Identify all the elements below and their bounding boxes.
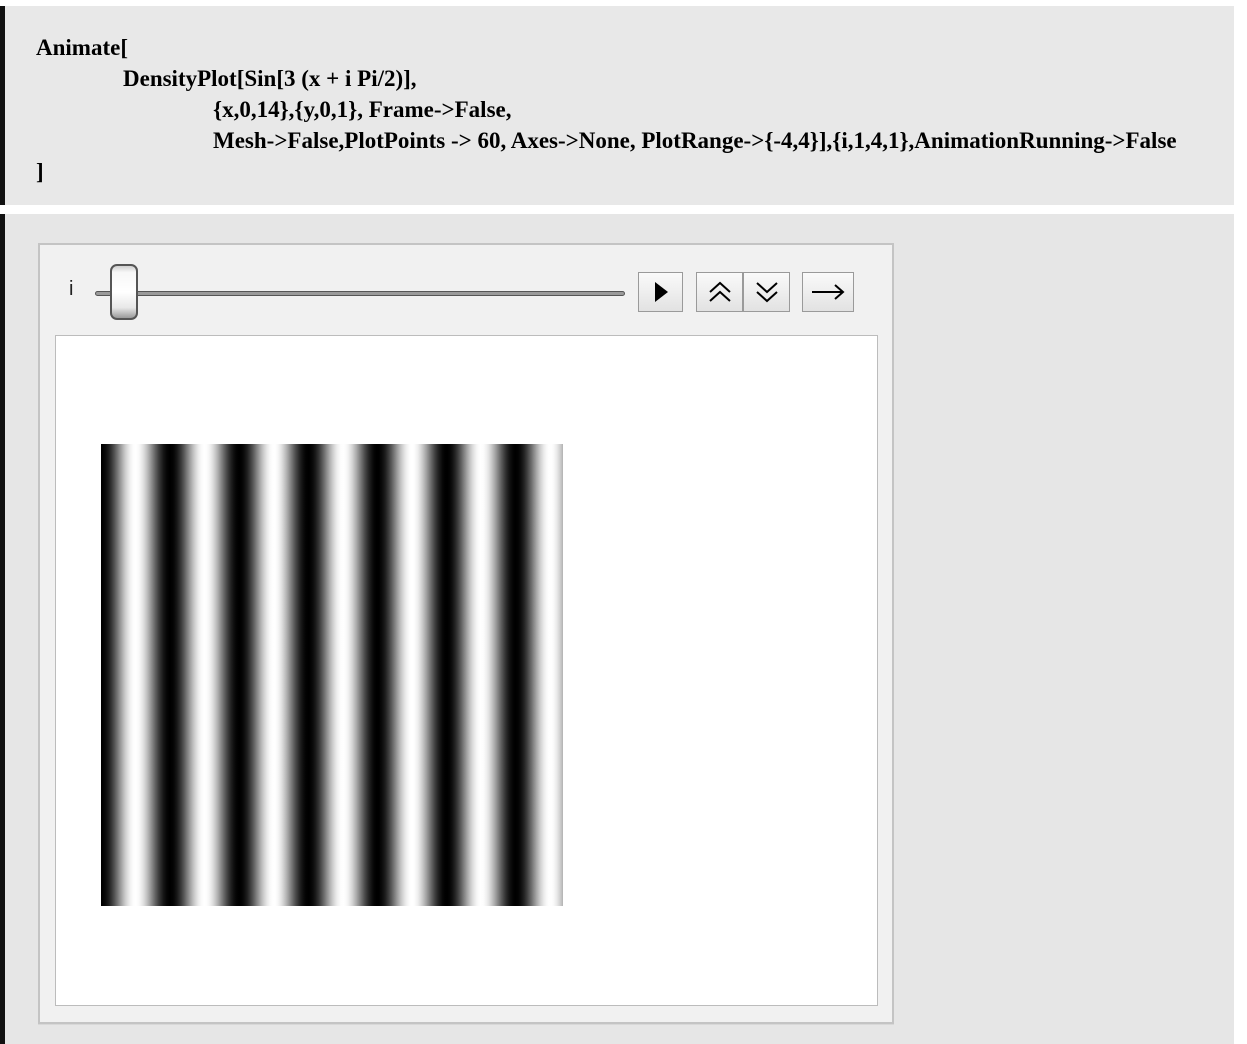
slower-button[interactable] (743, 272, 790, 312)
code-line-5: ] (36, 159, 44, 184)
code-line-3: {x,0,14},{y,0,1}, Frame->False, (213, 97, 512, 122)
direction-button[interactable] (802, 272, 854, 312)
animation-slider-track[interactable] (95, 291, 625, 296)
input-code[interactable]: Animate[ DensityPlot[Sin[3 (x + i Pi/2)],… (36, 32, 1177, 187)
double-chevron-up-icon (708, 281, 731, 302)
code-line-4: Mesh->False,PlotPoints -> 60, Axes->None… (213, 128, 1177, 153)
code-line-1: Animate[ (36, 35, 128, 60)
play-icon (654, 282, 668, 302)
animation-variable-label: i (69, 278, 74, 300)
output-cell: i (0, 214, 1234, 1044)
animation-slider-thumb[interactable] (110, 264, 138, 320)
plot-area (55, 335, 878, 1006)
faster-button[interactable] (696, 272, 743, 312)
animator-panel: i (38, 243, 894, 1024)
arrow-right-icon (812, 284, 845, 300)
double-chevron-down-icon (755, 282, 778, 303)
density-plot-image (101, 444, 563, 906)
density-plot (101, 444, 563, 906)
play-button[interactable] (638, 272, 683, 312)
input-cell[interactable]: Animate[ DensityPlot[Sin[3 (x + i Pi/2)],… (0, 6, 1234, 205)
code-line-2: DensityPlot[Sin[3 (x + i Pi/2)], (123, 66, 417, 91)
